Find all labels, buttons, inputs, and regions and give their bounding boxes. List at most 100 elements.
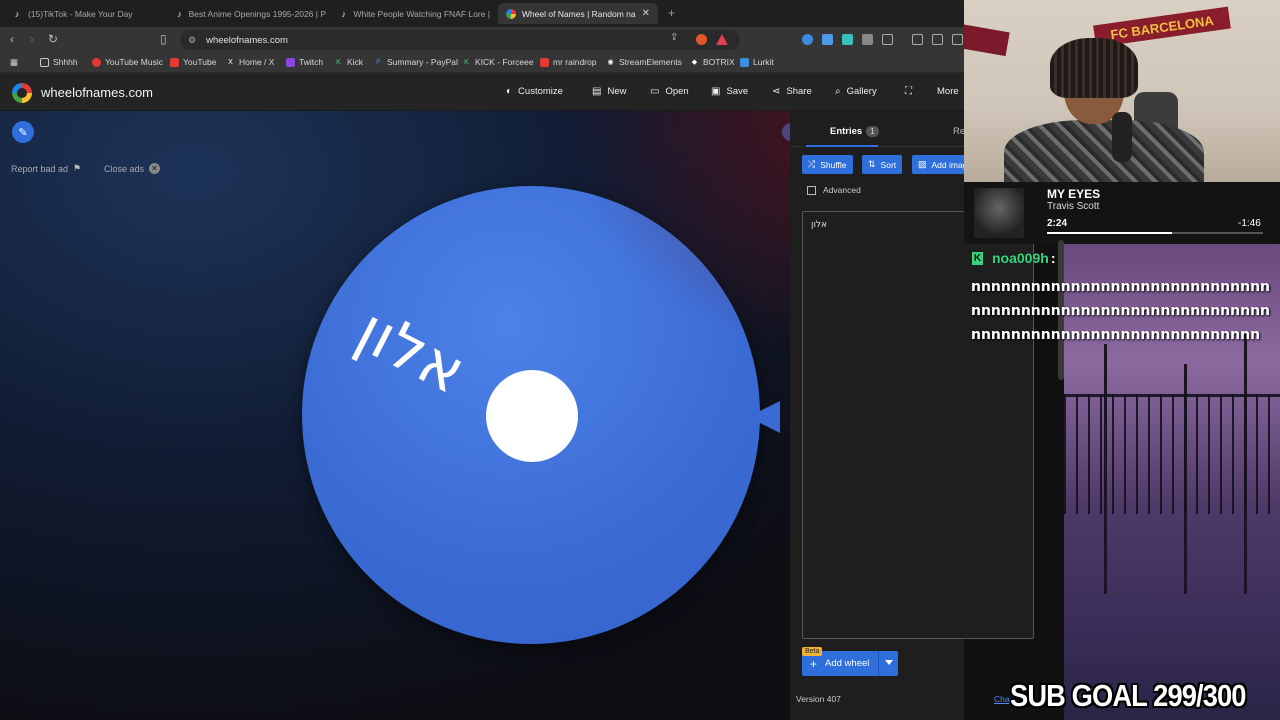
bookmark-youtube[interactable]: YouTube: [170, 57, 216, 67]
browser-tab-fnaf[interactable]: ♪ White People Watching FNAF Lore |: [340, 3, 490, 24]
bookmark-label: YouTube Music: [105, 57, 163, 67]
site-info-icon[interactable]: ⚙: [188, 35, 196, 46]
browser-tab-bar: ♪ (15)TikTok - Make Your Day ♪ Best Anim…: [0, 0, 964, 27]
file-icon: ▤: [592, 86, 602, 97]
bookmark-kick[interactable]: K Kick: [334, 57, 363, 67]
bookmark-paypal[interactable]: P Summary - PayPal: [374, 57, 458, 67]
browser-tab-wheel[interactable]: Wheel of Names | Random name ✕: [498, 3, 658, 24]
streamelements-icon: ◉: [607, 58, 614, 66]
site-header: wheelofnames.com ◐ Customize ▤ New ▭ Open ▣…: [0, 73, 964, 111]
streamer-hair: [1050, 38, 1138, 98]
gallery-button[interactable]: ⌕ Gallery: [835, 86, 877, 97]
advanced-toggle[interactable]: Advanced: [807, 185, 861, 195]
reload-icon[interactable]: ↻: [48, 32, 58, 46]
browser-tab-anime[interactable]: ♪ Best Anime Openings 1995-2026 | P: [176, 3, 326, 24]
sub-goal-text: SUB GOAL 299/300: [1010, 678, 1246, 713]
save-icon: ▣: [711, 86, 721, 97]
bookmark-icon[interactable]: ▯: [160, 32, 167, 46]
entries-count-badge: 1: [866, 126, 879, 137]
bookmark-youtube-music[interactable]: YouTube Music: [92, 57, 163, 67]
sidebar-icon[interactable]: [932, 34, 943, 45]
apps-icon[interactable]: ▦: [10, 57, 18, 68]
wheel-hub[interactable]: [486, 370, 578, 462]
bookmark-label: Kick: [347, 57, 364, 67]
button-label: Shuffle: [820, 159, 847, 170]
bookmark-label: Home / X: [239, 57, 275, 67]
menu-label: New: [607, 86, 627, 97]
wall-flag: [964, 23, 1010, 57]
folder-icon: [40, 57, 49, 67]
bookmark-streamelements[interactable]: ◉ StreamElements: [606, 57, 681, 67]
fullscreen-button[interactable]: ⛶: [905, 86, 918, 97]
tiktok-icon: ♪: [14, 8, 20, 19]
screenshot-icon[interactable]: [882, 34, 893, 45]
new-button[interactable]: ▤ New: [592, 86, 626, 97]
bookmark-mr-raindrop[interactable]: mr raindrop: [540, 57, 596, 67]
extension-icon[interactable]: [802, 34, 813, 45]
tab-label: Best Anime Openings 1995-2026 | P: [188, 8, 326, 19]
open-button[interactable]: ▭ Open: [650, 86, 689, 97]
tiktok-icon: ♪: [177, 8, 182, 19]
chevron-down-icon[interactable]: [885, 660, 893, 665]
divider: [878, 651, 879, 676]
kick-icon: K: [336, 58, 341, 66]
song-elapsed: 2:24: [1047, 218, 1068, 229]
new-tab-icon[interactable]: +: [668, 6, 675, 20]
youtube-icon: [170, 57, 179, 67]
close-icon[interactable]: ✕: [642, 8, 650, 19]
close-ads-link[interactable]: Close ads ✕: [104, 163, 161, 174]
button-label: Add wheel: [825, 658, 870, 669]
address-bar-row: ‹ › ↻ ▯ ⚙ wheelofnames.com ⇪: [0, 27, 964, 53]
wallet-icon[interactable]: [952, 34, 963, 45]
edit-pencil-icon[interactable]: ✎: [12, 121, 34, 143]
wheel-logo-icon[interactable]: [12, 83, 32, 103]
chat-username: K noa009h:: [972, 250, 1055, 266]
username-text: noa009h: [992, 250, 1049, 266]
scarf-text: FC BARCELONA: [1109, 12, 1215, 42]
brave-rewards-icon[interactable]: [716, 34, 728, 45]
fence: [1064, 394, 1280, 514]
bookmark-x[interactable]: X Home / X: [226, 57, 274, 67]
report-ad-link[interactable]: Report bad ad ⚑: [11, 163, 81, 174]
media-icon[interactable]: [912, 34, 923, 45]
menu-label: Gallery: [846, 86, 877, 97]
bookmark-kick-forceee[interactable]: K KICK - Forceee: [462, 57, 533, 67]
bookmark-twitch[interactable]: Twitch: [286, 57, 323, 67]
url-bar[interactable]: ⚙ wheelofnames.com: [180, 30, 740, 50]
colon: :: [1050, 250, 1056, 266]
shuffle-button[interactable]: ⤮ Shuffle: [802, 155, 853, 174]
bookmark-lurkit[interactable]: Lurkit: [740, 57, 774, 67]
palette-icon: ◐: [506, 86, 513, 97]
bookmark-shhhh[interactable]: Shhhh: [40, 57, 78, 67]
advanced-checkbox[interactable]: [807, 185, 816, 195]
shuffle-icon: ⤮: [808, 159, 816, 169]
browser-tab-tiktok[interactable]: ♪ (15)TikTok - Make Your Day: [12, 3, 172, 24]
bookmark-label: Summary - PayPal: [387, 57, 458, 67]
back-icon[interactable]: ‹: [10, 32, 14, 46]
share-button[interactable]: ⋖ Share: [772, 86, 812, 97]
sort-button[interactable]: ⇅ Sort: [862, 155, 903, 174]
bookmark-botrix[interactable]: ◆ BOTRIX: [690, 57, 735, 67]
extension-icon[interactable]: [822, 34, 833, 45]
add-image-button[interactable]: ▨ Add imag: [912, 155, 964, 174]
more-button[interactable]: More: [937, 86, 959, 97]
paypal-icon: P: [376, 58, 381, 66]
forward-icon[interactable]: ›: [30, 32, 34, 46]
folder-open-icon: ▭: [650, 86, 660, 97]
webcam-feed: FC BARCELONA: [964, 0, 1280, 182]
puzzle-icon[interactable]: [862, 34, 873, 45]
customize-button[interactable]: ◐ Customize: [506, 86, 563, 97]
changelog-link[interactable]: Cha: [994, 694, 1010, 704]
tab-entries[interactable]: Entries 1: [830, 126, 879, 137]
site-name[interactable]: wheelofnames.com: [41, 85, 153, 100]
song-progress-bar: [1047, 232, 1263, 234]
tab-label: Entries: [830, 126, 863, 137]
bookmark-label: Twitch: [299, 57, 324, 67]
bookmarks-bar: ▦ Shhhh YouTube Music YouTube X Home / X …: [0, 53, 964, 73]
bookmark-label: YouTube: [183, 57, 217, 67]
share-icon[interactable]: ⇪: [670, 32, 678, 43]
album-art: [974, 188, 1024, 238]
brave-shield-icon[interactable]: [696, 34, 707, 45]
save-button[interactable]: ▣ Save: [711, 86, 748, 97]
extension-icon[interactable]: [842, 34, 853, 45]
